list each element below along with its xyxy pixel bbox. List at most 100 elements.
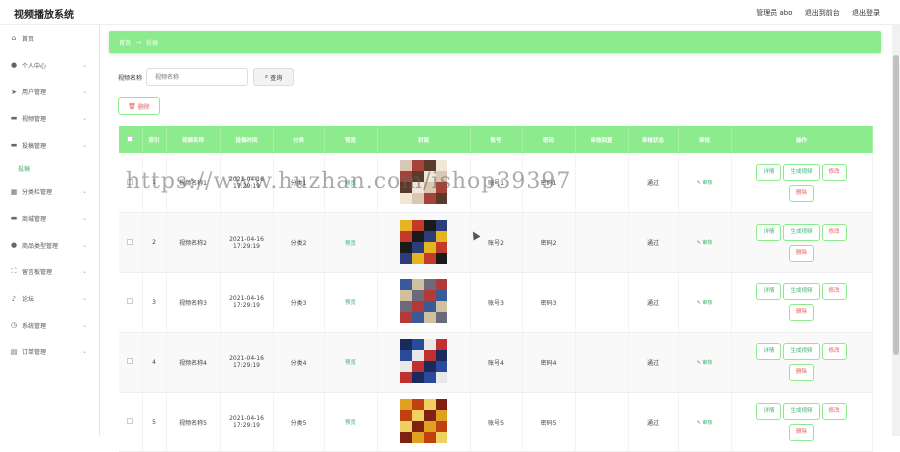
audit-link[interactable]: ✎ 审核	[697, 300, 713, 306]
audit-link[interactable]: ✎ 审核	[697, 240, 713, 246]
table-header-row: 索引 视频名称 投稿时间 分类 预览 封面 账号 密码 审核回复 审核状态 审核 操作	[119, 126, 873, 153]
generate-video-button[interactable]: 生成视频	[783, 283, 820, 301]
sidebar-item[interactable]: ● 商品类型管理 ⌄	[0, 232, 99, 259]
user-icon: ●	[10, 61, 18, 70]
status-cell: 通过	[628, 212, 679, 274]
scrollbar[interactable]	[892, 25, 900, 436]
column-header: 审核回复	[575, 126, 629, 153]
row-select-cell	[119, 153, 143, 214]
status-cell: 通过	[628, 392, 679, 452]
reply-cell	[575, 212, 629, 274]
detail-button[interactable]: 详情	[756, 223, 782, 241]
delete-button[interactable]: 删除	[788, 244, 814, 262]
row-checkbox[interactable]	[127, 298, 134, 305]
category-cell: 分类5	[273, 392, 325, 452]
preview-link[interactable]: 预览	[345, 420, 356, 426]
reply-cell	[575, 272, 629, 333]
clock-icon: ◷	[10, 321, 18, 330]
sidebar-item[interactable]: ▬ 商城管理 ⌄	[0, 205, 99, 232]
cover-image	[400, 399, 448, 444]
generate-video-button[interactable]: 生成视频	[783, 223, 820, 241]
delete-button[interactable]: 删除	[788, 364, 814, 382]
generate-video-button[interactable]: 生成视频	[783, 343, 820, 361]
submit-time: 17:29:19	[233, 422, 260, 430]
chevron-down-icon: ⌄	[81, 268, 87, 276]
edit-button[interactable]: 修改	[821, 403, 847, 421]
edit-button[interactable]: 修改	[821, 163, 847, 181]
actions-cell: 详情 生成视频 修改 删除	[731, 392, 873, 452]
back-front-link[interactable]: 退出到前台	[805, 9, 840, 17]
chevron-down-icon: ⌄	[81, 141, 87, 149]
preview-link[interactable]: 预览	[345, 241, 356, 247]
sidebar-item[interactable]: ⌂ 首页	[0, 25, 99, 52]
detail-button[interactable]: 详情	[756, 163, 782, 181]
row-checkbox[interactable]	[127, 418, 134, 425]
status-cell: 通过	[628, 332, 679, 393]
submit-date: 2021-04-16	[229, 295, 264, 303]
logout-link[interactable]: 退出登录	[852, 9, 880, 17]
row-select-cell	[119, 272, 143, 333]
doc-icon: ▤	[10, 347, 18, 356]
index-cell: 1	[142, 153, 167, 214]
row-select-cell	[119, 212, 143, 274]
edit-button[interactable]: 修改	[821, 283, 847, 301]
row-checkbox[interactable]	[127, 358, 134, 365]
sidebar-item[interactable]: ▤ 订单管理 ⌄	[0, 339, 99, 366]
row-checkbox[interactable]	[127, 178, 134, 185]
audit-link[interactable]: ✎ 审核	[697, 180, 713, 186]
main-content: 首页 → 投稿 视频名称 ⌕ 查询 🗑 删除 索引视频名称投稿时间分类预览封面账…	[100, 25, 892, 452]
preview-link[interactable]: 预览	[345, 181, 356, 187]
send-icon: ➤	[11, 87, 17, 96]
row-checkbox[interactable]	[127, 238, 134, 245]
column-header: 投稿时间	[220, 126, 274, 153]
sidebar-item[interactable]: ♪ 论坛 ⌄	[0, 285, 99, 312]
actions-cell: 详情 生成视频 修改 删除	[731, 212, 873, 274]
actions-cell: 详情 生成视频 修改 删除	[731, 153, 873, 214]
audit-link[interactable]: ✎ 审核	[697, 360, 713, 366]
delete-button[interactable]: 删除	[788, 304, 814, 322]
audit-cell: ✎ 审核	[678, 392, 732, 452]
breadcrumb-home[interactable]: 首页	[119, 38, 131, 47]
home-icon: ⌂	[11, 34, 17, 43]
search-input[interactable]	[146, 68, 249, 86]
user-icon: ●	[10, 241, 18, 250]
scroll-thumb[interactable]	[893, 55, 899, 355]
sidebar-subitem[interactable]: 投稿	[0, 158, 99, 178]
table-row: 5 视频名称5 2021-04-16 17:29:19 分类5 预览 账号5 密码…	[119, 392, 873, 452]
sidebar-item-label: 用户管理	[22, 89, 47, 97]
row-select-cell	[119, 392, 143, 452]
column-header: 审核状态	[628, 126, 679, 153]
generate-video-button[interactable]: 生成视频	[783, 163, 820, 181]
chevron-down-icon: ⌄	[81, 321, 87, 329]
sidebar-item[interactable]: ◷ 系统管理 ⌄	[0, 312, 99, 339]
preview-link[interactable]: 预览	[345, 300, 356, 306]
audit-link[interactable]: ✎ 审核	[697, 420, 713, 426]
sidebar-item[interactable]: ▬ 投稿管理 ⌄	[0, 132, 99, 159]
detail-button[interactable]: 详情	[756, 283, 782, 301]
cover-image	[400, 219, 448, 264]
batch-delete-button[interactable]: 🗑 删除	[118, 97, 160, 115]
sidebar-item[interactable]: ● 个人中心 ⌄	[0, 52, 99, 79]
edit-button[interactable]: 修改	[821, 343, 847, 361]
trash-icon: 🗑	[128, 102, 136, 110]
row-select-cell	[119, 332, 143, 393]
detail-button[interactable]: 详情	[756, 403, 782, 421]
audit-cell: ✎ 审核	[678, 212, 732, 274]
sidebar-item-label: 首页	[22, 35, 35, 43]
sidebar-item[interactable]: ⛶ 留言板管理 ⌄	[0, 259, 99, 286]
sidebar-item[interactable]: ▦ 分类栏管理 ⌄	[0, 178, 99, 205]
sidebar-item[interactable]: ▬ 视频管理 ⌄	[0, 105, 99, 132]
sidebar-item[interactable]: ➤ 用户管理 ⌄	[0, 78, 99, 105]
breadcrumb: 首页 → 投稿	[109, 31, 881, 53]
search-button[interactable]: ⌕ 查询	[253, 68, 295, 86]
table-row: 1 视频名称1 2021-04-16 17:29:19 分类1 预览 账号1 密码…	[119, 153, 873, 214]
detail-button[interactable]: 详情	[756, 343, 782, 361]
select-all-header[interactable]	[119, 126, 143, 153]
audit-label: 审核	[702, 240, 713, 247]
generate-video-button[interactable]: 生成视频	[783, 403, 820, 421]
edit-button[interactable]: 修改	[821, 223, 847, 241]
delete-button[interactable]: 删除	[788, 424, 814, 442]
select-all-checkbox[interactable]	[127, 135, 134, 142]
preview-link[interactable]: 预览	[345, 360, 356, 366]
delete-button[interactable]: 删除	[788, 184, 814, 202]
